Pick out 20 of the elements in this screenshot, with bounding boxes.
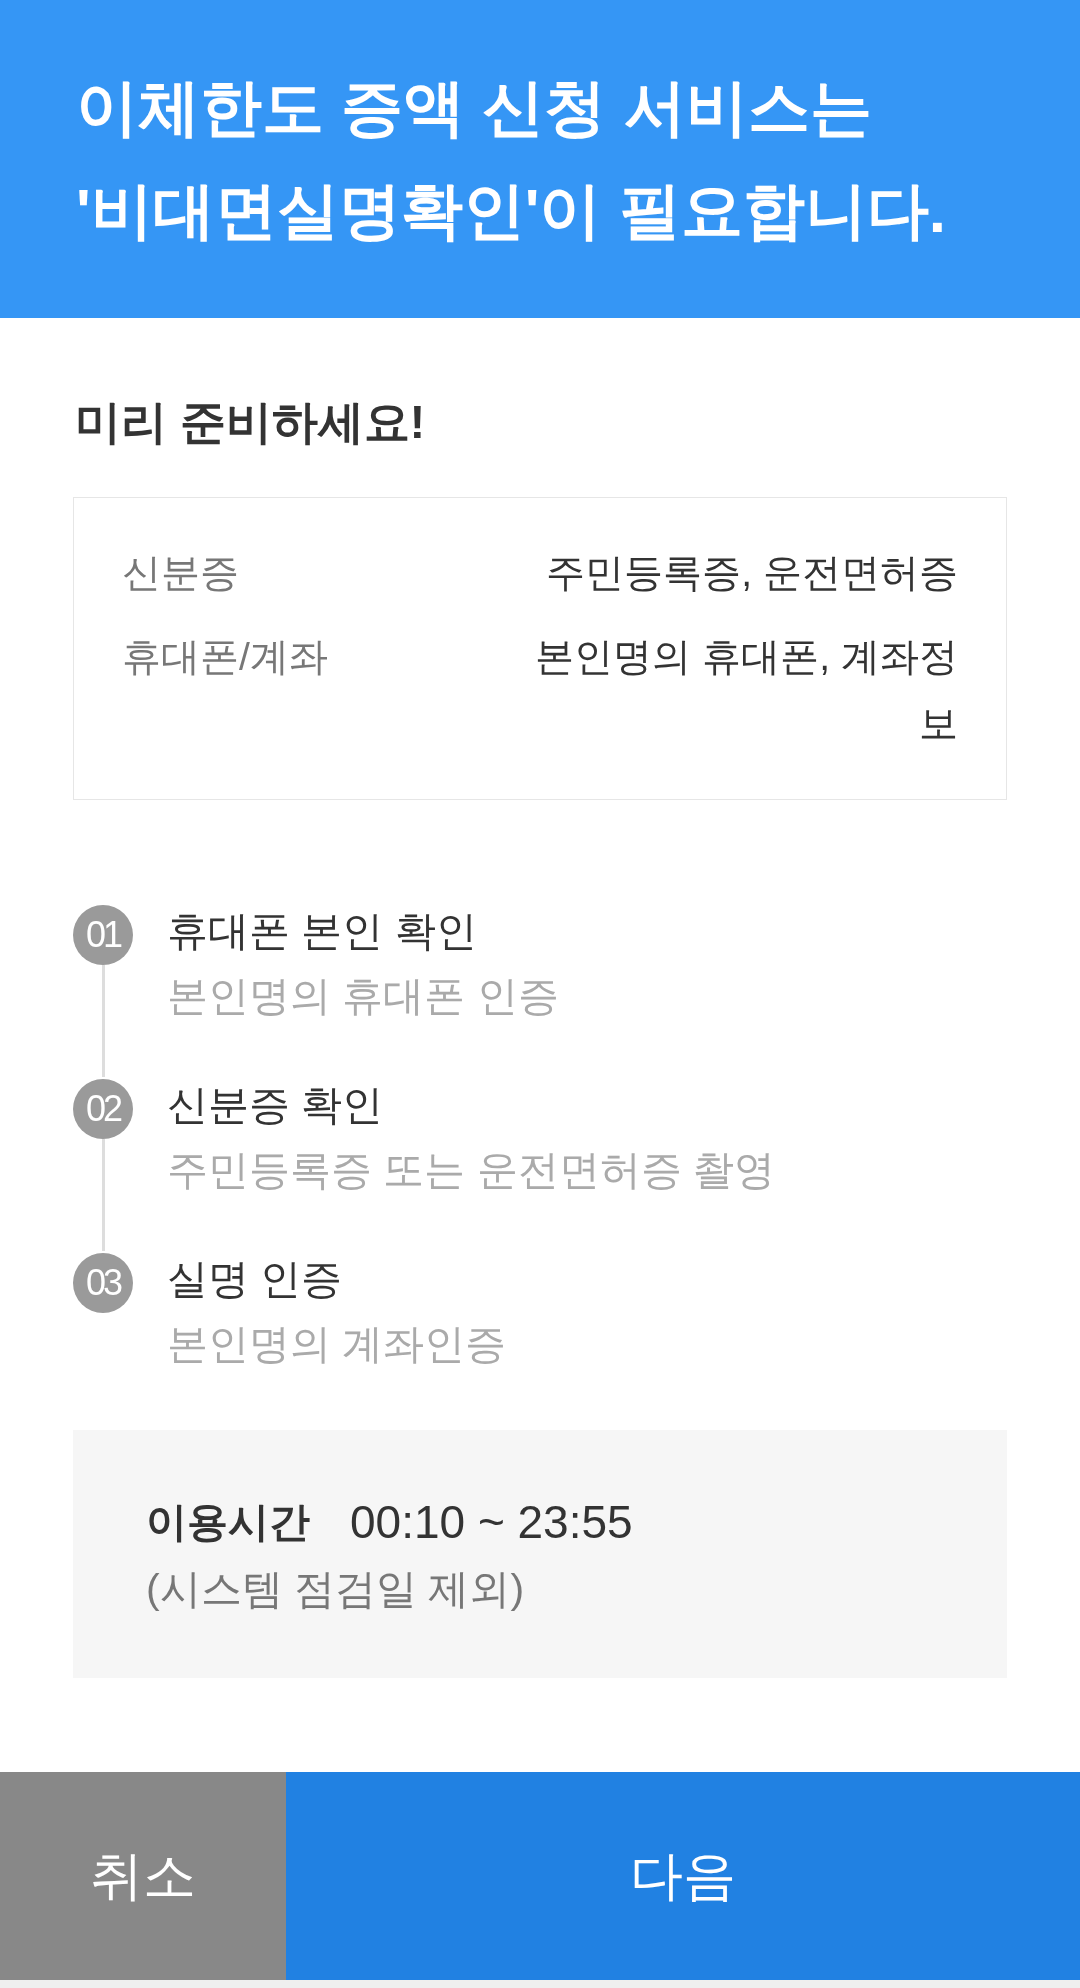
step-title: 실명 인증 (167, 1255, 344, 1304)
step-number: 03 (73, 1253, 133, 1313)
hours-label: 이용시간 (146, 1498, 310, 1547)
info-label: 휴대폰/계좌 (122, 634, 328, 680)
step-number: 02 (73, 1079, 133, 1139)
section-heading: 미리 준비하세요! (74, 395, 427, 450)
header-title: 이체한도 증액 신청 서비스는 '비대면실명확인'이 필요합니다. (76, 72, 947, 247)
hours-value: 00:10 ~ 23:55 (350, 1495, 633, 1550)
info-label: 신분증 (122, 550, 239, 596)
step-number: 01 (73, 905, 133, 965)
step-title: 신분증 확인 (167, 1081, 385, 1130)
cancel-button[interactable]: 취소 (0, 1772, 286, 1980)
info-value: 본인명의 휴대폰, 계좌정보 (534, 634, 958, 747)
hours-note: (시스템 점검일 제외) (146, 1565, 525, 1614)
step-title: 휴대폰 본인 확인 (167, 907, 478, 956)
step-description: 주민등록증 또는 운전면허증 촬영 (167, 1146, 776, 1195)
step-description: 본인명의 계좌인증 (167, 1320, 507, 1369)
info-value: 주민등록증, 운전면허증 (545, 550, 958, 596)
step-description: 본인명의 휴대폰 인증 (167, 972, 559, 1021)
next-button[interactable]: 다음 (286, 1772, 1080, 1980)
